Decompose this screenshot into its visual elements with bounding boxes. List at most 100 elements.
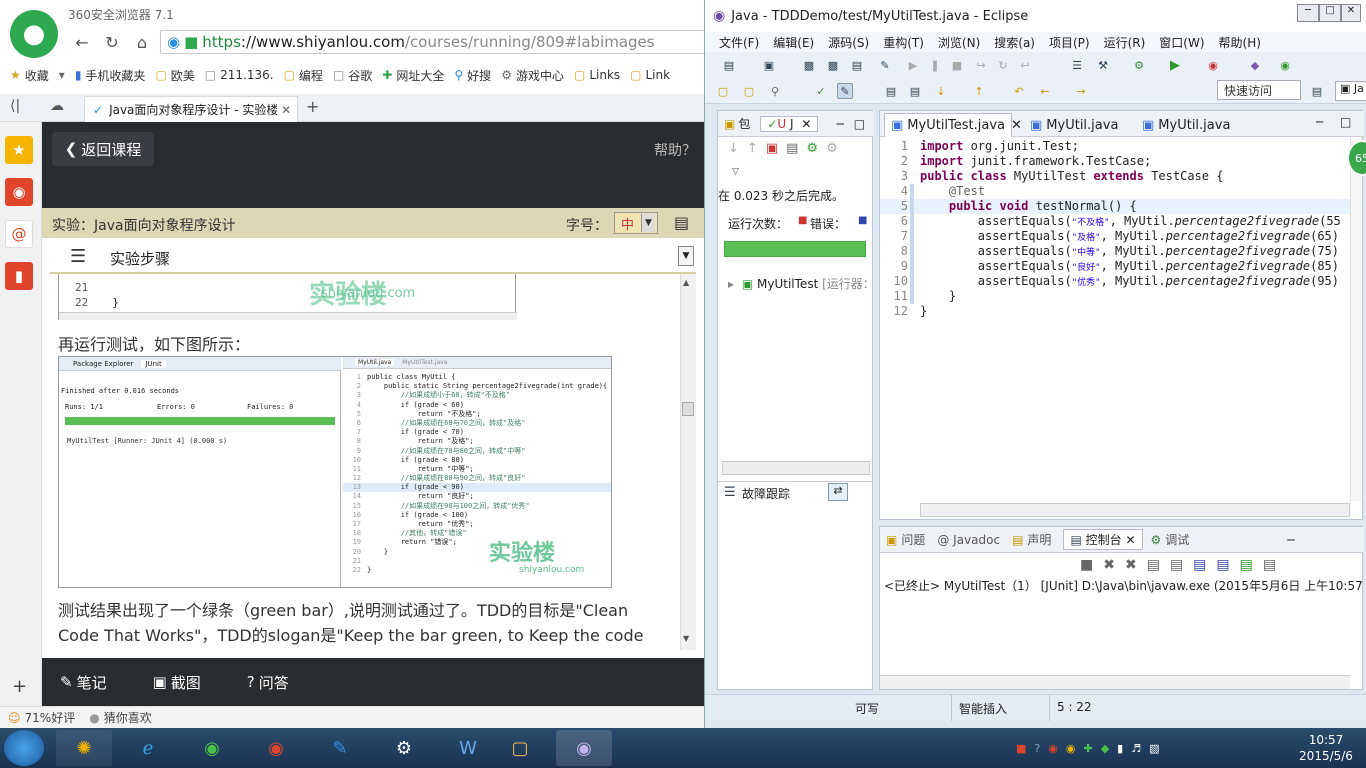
code-line[interactable]: 12} xyxy=(880,304,1350,319)
show-whitespace-icon[interactable]: ▤ xyxy=(883,83,899,99)
taskbar-app-tool[interactable]: ⚙ xyxy=(376,730,432,766)
bookmark-item[interactable]: ✚ 网址大全 xyxy=(382,67,444,84)
back-arrow-icon[interactable]: ← xyxy=(70,30,94,54)
qa-button[interactable]: ? 问答 xyxy=(247,672,289,693)
maximize-icon[interactable]: □ xyxy=(1319,4,1341,22)
rerun-failed-icon[interactable]: ⚙ xyxy=(826,141,846,156)
step-return-icon[interactable]: ↩ xyxy=(1017,57,1033,73)
new-java-icon[interactable]: ◉ xyxy=(1277,57,1293,73)
run-icon[interactable]: ▶ xyxy=(1167,57,1183,73)
taskbar-app-music[interactable]: ◉ xyxy=(248,730,304,766)
tab-declaration[interactable]: 声明 xyxy=(1027,531,1051,548)
taskbar-app-explorer[interactable]: ▢ xyxy=(492,730,548,766)
back-to-course-button[interactable]: ❮ 返回课程 xyxy=(52,132,154,166)
tray-music-icon[interactable]: ◉ xyxy=(1048,742,1058,755)
menu-project[interactable]: 项目(P) xyxy=(1049,34,1090,51)
last-edit-icon[interactable]: ↶ xyxy=(1011,83,1027,99)
tray-shield-icon[interactable]: ◆ xyxy=(1101,742,1109,755)
weibo-icon[interactable]: ◉ xyxy=(5,178,33,206)
add-icon[interactable]: + xyxy=(12,676,27,697)
code-line[interactable]: 7 assertEquals("及格", MyUtil.percentage2f… xyxy=(880,229,1350,244)
code-line[interactable]: 8 assertEquals("中等", MyUtil.percentage2f… xyxy=(880,244,1350,259)
bookmark-item[interactable]: ⚙ 游戏中心 xyxy=(501,67,564,84)
open-perspective-icon[interactable]: ▤ xyxy=(1309,83,1325,99)
menu-run[interactable]: 运行(R) xyxy=(1104,34,1146,51)
open-console-icon[interactable]: ▤ xyxy=(1263,557,1286,573)
block-selection-icon[interactable]: ▤ xyxy=(907,83,923,99)
help-link[interactable]: 帮助？ xyxy=(654,140,696,160)
resume-icon[interactable]: ▶ xyxy=(905,57,921,73)
save-all-icon[interactable]: ▩ xyxy=(825,57,841,73)
tab-myutiltest[interactable]: ▣ MyUtilTest.java ✕ xyxy=(884,113,1022,137)
menu-file[interactable]: 文件(F) xyxy=(719,34,759,51)
tray-chat-icon[interactable]: ◉ xyxy=(1066,742,1076,755)
bookmark-item[interactable]: ▢ Links xyxy=(574,68,620,82)
minimize-icon[interactable]: ─ xyxy=(836,117,843,131)
new-icon[interactable]: ▤ xyxy=(721,57,737,73)
document-icon[interactable]: ▤ xyxy=(674,213,689,232)
cloud-icon[interactable]: ☁ xyxy=(50,98,64,114)
code-line[interactable]: 1 import org.junit.Test; xyxy=(880,139,1350,154)
tab-active[interactable]: ✓ Java面向对象程序设计 - 实验楼 ✕ xyxy=(84,96,298,122)
menu-help[interactable]: 帮助(H) xyxy=(1219,34,1261,51)
bookmark-item[interactable]: ▢ Link xyxy=(630,68,670,82)
terminate-icon[interactable]: ■ xyxy=(1080,557,1103,573)
next-annotation-icon[interactable]: ↓ xyxy=(933,83,949,99)
maximize-icon[interactable]: □ xyxy=(854,117,865,131)
failures-only-icon[interactable]: ▣ xyxy=(766,141,786,156)
minimize-icon[interactable]: ─ xyxy=(1316,115,1323,129)
display-console-icon[interactable]: ▤ xyxy=(1240,557,1263,573)
favorites-icon[interactable]: ★ xyxy=(5,136,33,164)
bookmark-item[interactable]: ▮ 手机收藏夹 xyxy=(75,67,146,84)
vertical-scrollbar[interactable] xyxy=(1350,139,1362,501)
maximize-icon[interactable]: □ xyxy=(1340,115,1351,129)
close-icon[interactable]: ✕ xyxy=(1011,118,1022,133)
open-task-icon[interactable]: ▢ xyxy=(741,83,757,99)
font-size-select[interactable]: 中 ▼ xyxy=(614,212,658,234)
remove-all-icon[interactable]: ✖ xyxy=(1125,557,1147,573)
step-into-icon[interactable]: ↪ xyxy=(973,57,989,73)
help-icon[interactable]: ? xyxy=(1034,742,1040,755)
scroll-thumb[interactable] xyxy=(682,402,694,416)
rerun-icon[interactable]: ⚙ xyxy=(806,141,826,156)
menu-window[interactable]: 窗口(W) xyxy=(1159,34,1204,51)
taskbar-app-ie[interactable]: ℯ xyxy=(120,730,176,766)
next-failure-icon[interactable]: ↓ xyxy=(728,141,747,156)
code-line[interactable]: 10 assertEquals("优秀", MyUtil.percentage2… xyxy=(880,274,1350,289)
remove-icon[interactable]: ✖ xyxy=(1103,557,1125,573)
step-over-icon[interactable]: ↻ xyxy=(995,57,1011,73)
compare-icon[interactable]: ⇄ xyxy=(828,483,848,501)
refresh-icon[interactable]: ↻ xyxy=(100,30,124,54)
prev-failure-icon[interactable]: ↑ xyxy=(747,141,766,156)
tab-junit[interactable]: ✓U J ✕ xyxy=(760,115,819,132)
open-type-icon[interactable]: ▢ xyxy=(715,83,731,99)
tray-app-icon[interactable]: ■ xyxy=(1016,742,1026,755)
minimize-icon[interactable]: ─ xyxy=(1287,533,1294,547)
content-scrollbar[interactable]: ▲ ▼ xyxy=(680,274,696,650)
taskbar-app-word[interactable]: W xyxy=(440,730,496,766)
menu-edit[interactable]: 编辑(E) xyxy=(773,34,814,51)
code-line[interactable]: 2 import junit.framework.TestCase; xyxy=(880,154,1350,169)
toggle-icon[interactable]: ✎ xyxy=(877,57,893,73)
external-tools-icon[interactable]: ☰ xyxy=(1069,57,1085,73)
new-class-icon[interactable]: ◆ xyxy=(1247,57,1263,73)
user-avatar[interactable]: ● xyxy=(10,10,58,58)
close-icon[interactable]: ✕ xyxy=(1125,533,1135,547)
taskbar-app-eclipse[interactable]: ◉ xyxy=(556,730,612,766)
tools-icon[interactable]: ⚒ xyxy=(1095,57,1111,73)
clock[interactable]: 10:57 2015/5/6 xyxy=(1290,732,1362,764)
forward-icon[interactable]: → xyxy=(1073,83,1089,99)
steps-dropdown[interactable]: ▼ xyxy=(678,246,694,266)
screenshot-button[interactable]: ▣ 截图 xyxy=(153,672,201,693)
word-wrap-icon[interactable]: ▤ xyxy=(1193,557,1216,573)
menu-source[interactable]: 源码(S) xyxy=(828,34,869,51)
bookmark-item[interactable]: ▢ 欧美 xyxy=(155,67,194,84)
new-tab-button[interactable]: + xyxy=(306,97,319,116)
expand-icon[interactable]: ▸ xyxy=(728,277,734,291)
code-line[interactable]: 3 public class MyUtilTest extends TestCas… xyxy=(880,169,1350,184)
code-line[interactable]: 9 assertEquals("良好", MyUtil.percentage2f… xyxy=(880,259,1350,274)
taskbar-app-360[interactable]: ✺ xyxy=(56,730,112,766)
test-tree-item[interactable]: ▸ ▣ MyUtilTest [运行器： xyxy=(728,275,872,292)
bookmark-item[interactable]: ▢ 编程 xyxy=(284,67,323,84)
email-icon[interactable]: @ xyxy=(5,220,33,248)
